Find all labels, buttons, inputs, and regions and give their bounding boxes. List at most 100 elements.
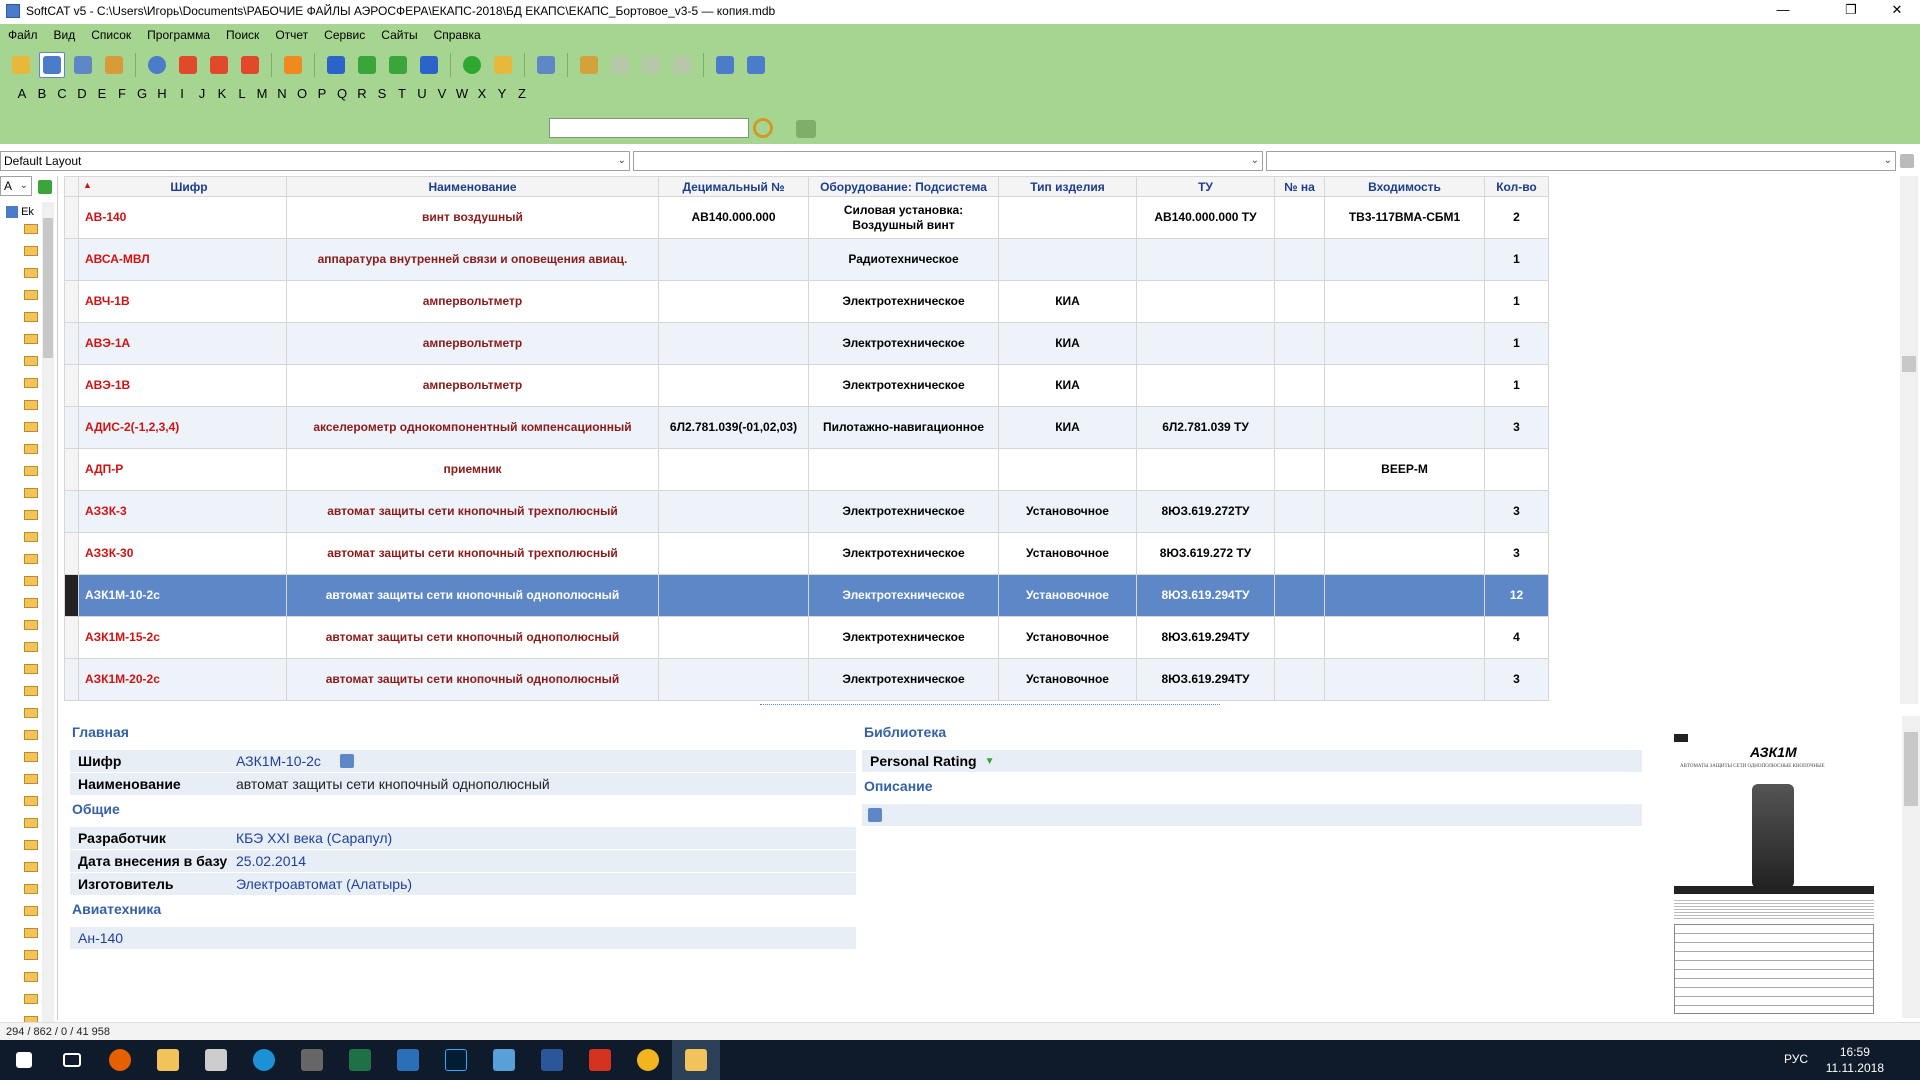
- layout-select[interactable]: Default Layout ⌄: [0, 151, 630, 171]
- menu-list[interactable]: Список: [83, 28, 139, 42]
- folder-icon[interactable]: [24, 972, 38, 982]
- tree-root[interactable]: Ek: [6, 206, 34, 219]
- letter-f[interactable]: F: [112, 86, 132, 102]
- pdf-icon[interactable]: [576, 1040, 624, 1080]
- cell-qty[interactable]: 1: [1484, 280, 1549, 323]
- softcat-task-icon[interactable]: [672, 1040, 720, 1080]
- preview-icon[interactable]: [144, 52, 170, 78]
- letter-t[interactable]: T: [392, 86, 412, 102]
- header-tu[interactable]: ТУ: [1136, 176, 1275, 197]
- row-marker[interactable]: [64, 532, 79, 575]
- cell-code[interactable]: АВЧ-1В: [78, 280, 287, 323]
- letter-e[interactable]: E: [92, 86, 112, 102]
- folder-icon[interactable]: [24, 730, 38, 740]
- letter-c[interactable]: C: [52, 86, 72, 102]
- minimize-button[interactable]: —: [1760, 0, 1806, 22]
- cell-entry[interactable]: [1324, 616, 1485, 659]
- field-rating[interactable]: Personal Rating ▼: [862, 750, 1642, 772]
- table-row[interactable]: АЗЗК-30 автомат защиты сети кнопочный тре…: [64, 532, 1578, 575]
- folder-icon[interactable]: [24, 488, 38, 498]
- letter-w[interactable]: W: [452, 86, 472, 102]
- cell-tu[interactable]: АВ140.000.000 ТУ: [1136, 196, 1275, 239]
- cell-no[interactable]: [1274, 364, 1325, 407]
- table-row[interactable]: АВЭ-1В ампервольтметр Электротехническое КИ…: [64, 364, 1578, 407]
- cell-dec[interactable]: [658, 364, 809, 407]
- cell-dec[interactable]: [658, 448, 809, 491]
- search-icon[interactable]: [753, 118, 773, 138]
- row-marker[interactable]: [64, 196, 79, 239]
- detail-scrollbar[interactable]: [1902, 716, 1920, 1018]
- letter-v[interactable]: V: [432, 86, 452, 102]
- excel-icon[interactable]: [336, 1040, 384, 1080]
- cell-qty[interactable]: 3: [1484, 658, 1549, 701]
- menu-file[interactable]: Файл: [0, 28, 46, 42]
- chevron-down-icon[interactable]: ▼: [977, 756, 995, 767]
- menu-view[interactable]: Вид: [46, 28, 84, 42]
- cell-name[interactable]: автомат защиты сети кнопочный однополюсн…: [286, 616, 659, 659]
- letter-r[interactable]: R: [352, 86, 372, 102]
- cell-type[interactable]: КИА: [998, 280, 1137, 323]
- field-developer-value[interactable]: КБЭ XXI века (Сарапул): [236, 830, 392, 846]
- grid-scrollbar[interactable]: [1900, 176, 1918, 704]
- cell-qty[interactable]: 4: [1484, 616, 1549, 659]
- field-code-value[interactable]: АЗК1М-10-2с: [236, 753, 321, 769]
- cell-entry[interactable]: [1324, 658, 1485, 701]
- cell-equip[interactable]: Электротехническое: [808, 280, 999, 323]
- cell-name[interactable]: автомат защиты сети кнопочный трехполюсн…: [286, 532, 659, 575]
- language-indicator[interactable]: РУС: [1784, 1052, 1808, 1066]
- app-icon[interactable]: [384, 1040, 432, 1080]
- prev-record-icon[interactable]: [354, 52, 380, 78]
- cell-name[interactable]: аппаратура внутренней связи и оповещения…: [286, 238, 659, 281]
- header-type[interactable]: Тип изделия: [998, 176, 1137, 197]
- cell-tu[interactable]: [1136, 448, 1275, 491]
- cell-code[interactable]: АДП-Р: [78, 448, 287, 491]
- header-equipment[interactable]: Оборудование: Подсистема: [808, 176, 999, 197]
- table-row[interactable]: АВЧ-1В ампервольтметр Электротехническое КИ…: [64, 280, 1578, 323]
- cell-code[interactable]: АВЭ-1А: [78, 322, 287, 365]
- folder-icon[interactable]: [24, 796, 38, 806]
- close-button[interactable]: ✕: [1874, 0, 1920, 22]
- table-row[interactable]: АВ-140 винт воздушный АВ140.000.000 Силовая…: [64, 196, 1578, 239]
- edit-note-icon[interactable]: [868, 808, 882, 822]
- cell-qty[interactable]: 2: [1484, 196, 1549, 239]
- cell-code[interactable]: АЗК1М-15-2с: [78, 616, 287, 659]
- cell-name[interactable]: ампервольтметр: [286, 364, 659, 407]
- cell-equip[interactable]: Пилотажно-навигационное: [808, 406, 999, 449]
- cell-type[interactable]: Установочное: [998, 490, 1137, 533]
- row-marker[interactable]: [64, 490, 79, 533]
- cell-no[interactable]: [1274, 238, 1325, 281]
- letter-h[interactable]: H: [152, 86, 172, 102]
- cell-code[interactable]: АВЭ-1В: [78, 364, 287, 407]
- letter-z[interactable]: Z: [512, 86, 532, 102]
- cell-type[interactable]: Установочное: [998, 574, 1137, 617]
- cell-equip[interactable]: Электротехническое: [808, 322, 999, 365]
- folder-icon[interactable]: [24, 642, 38, 652]
- cell-tu[interactable]: 8ЮЗ.619.272ТУ: [1136, 490, 1275, 533]
- cell-qty[interactable]: 3: [1484, 406, 1549, 449]
- cell-no[interactable]: [1274, 616, 1325, 659]
- table-row[interactable]: АЗК1М-20-2с автомат защиты сети кнопочный…: [64, 658, 1578, 701]
- cell-qty[interactable]: 1: [1484, 322, 1549, 365]
- letter-b[interactable]: B: [32, 86, 52, 102]
- cell-dec[interactable]: [658, 574, 809, 617]
- cell-dec[interactable]: [658, 322, 809, 365]
- cell-entry[interactable]: ВЕЕР-М: [1324, 448, 1485, 491]
- cell-qty[interactable]: 1: [1484, 238, 1549, 281]
- search-input[interactable]: [549, 118, 749, 138]
- cell-dec[interactable]: [658, 616, 809, 659]
- folder-icon[interactable]: [24, 246, 38, 256]
- chart-icon[interactable]: [743, 52, 769, 78]
- file-explorer-icon[interactable]: [144, 1040, 192, 1080]
- chrome-icon[interactable]: [624, 1040, 672, 1080]
- letter-m[interactable]: M: [252, 86, 272, 102]
- cell-type[interactable]: КИА: [998, 364, 1137, 407]
- letter-s[interactable]: S: [372, 86, 392, 102]
- folder-icon[interactable]: [24, 884, 38, 894]
- delete-record-icon[interactable]: [237, 52, 263, 78]
- cell-type[interactable]: [998, 238, 1137, 281]
- app-icon[interactable]: [288, 1040, 336, 1080]
- menu-report[interactable]: Отчет: [267, 28, 316, 42]
- table-row[interactable]: АЗК1М-10-2с автомат защиты сети кнопочный…: [64, 574, 1578, 617]
- cell-dec[interactable]: [658, 532, 809, 575]
- cell-entry[interactable]: [1324, 364, 1485, 407]
